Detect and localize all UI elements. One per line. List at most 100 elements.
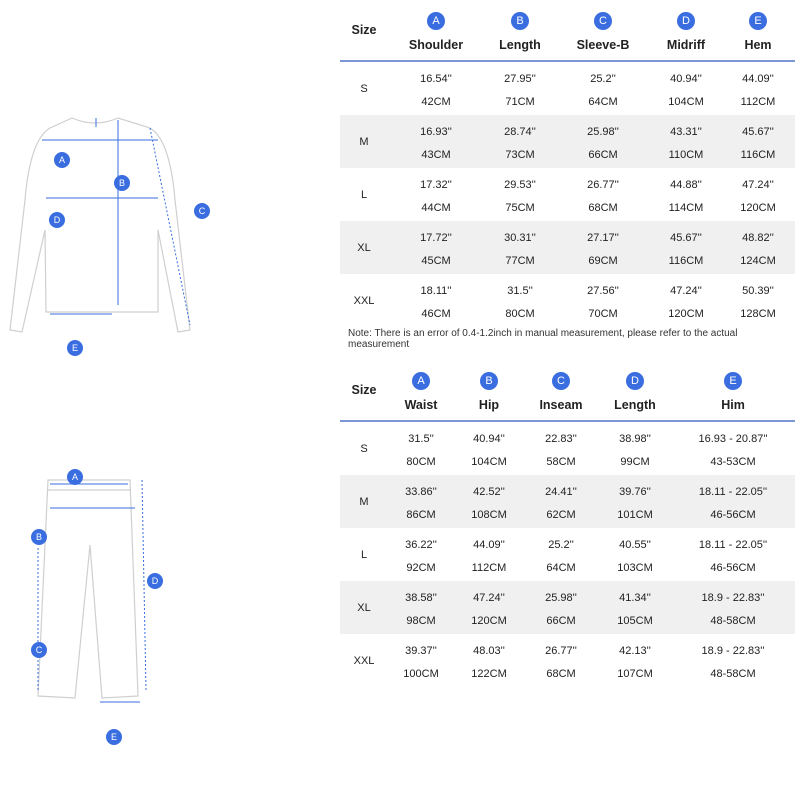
inch-value: 17.72'' (420, 231, 452, 244)
column-header: Him (721, 398, 745, 413)
inch-value: 44.88'' (670, 178, 702, 191)
inch-value: 50.39'' (742, 284, 774, 297)
cm-value: 104CM (471, 455, 507, 468)
pants-measure-lines (37, 479, 147, 703)
inch-value: 27.95'' (504, 72, 536, 85)
size-header: Size (351, 383, 377, 397)
inch-value: 25.2'' (548, 538, 574, 551)
cm-value: 101CM (617, 508, 653, 521)
svg-text:D: D (54, 215, 61, 225)
top-size-table: Size A Shoulder B Length C Sleeve-B D Midriff E He… (340, 0, 795, 327)
cm-value: 66CM (546, 614, 576, 627)
cm-value: 80CM (406, 455, 436, 468)
inch-value: 27.17'' (587, 231, 619, 244)
cm-value: 80CM (505, 307, 535, 320)
inch-value: 42.52'' (473, 485, 505, 498)
table-row: XL 17.72'' 45CM 30.31'' 77CM 27.17'' 69CM 45.67… (340, 221, 795, 274)
column-badge: A (412, 372, 430, 391)
inch-value: 16.93'' (420, 125, 452, 138)
inch-value: 36.22'' (405, 538, 437, 551)
inch-value: 38.58'' (405, 591, 437, 604)
column-badge: C (594, 12, 612, 31)
inch-value: 40.55'' (619, 538, 651, 551)
table-row: M 33.86'' 86CM 42.52'' 108CM 24.41'' 62CM 39.76… (340, 475, 795, 528)
column-header: Sleeve-B (576, 38, 630, 53)
cm-value: 43-53CM (710, 455, 756, 468)
inch-value: 18.11 - 22.05'' (698, 538, 768, 551)
column-header: Inseam (539, 398, 583, 413)
cm-value: 48-58CM (710, 667, 756, 680)
measurement-note: Note: There is an error of 0.4-1.2inch i… (348, 328, 738, 350)
inch-value: 31.5'' (507, 284, 533, 297)
cm-value: 116CM (668, 254, 704, 267)
cm-value: 46CM (421, 307, 451, 320)
cm-value: 100CM (403, 667, 439, 680)
inch-value: 45.67'' (670, 231, 702, 244)
inch-value: 30.31'' (504, 231, 536, 244)
inch-value: 31.5'' (408, 432, 434, 445)
size-cell: XL (357, 601, 371, 614)
column-header: Shoulder (408, 38, 464, 53)
size-cell: XXL (353, 654, 375, 667)
svg-text:C: C (36, 645, 43, 655)
cm-value: 122CM (471, 667, 507, 680)
cm-value: 73CM (505, 148, 535, 161)
table-row: M 16.93'' 43CM 28.74'' 73CM 25.98'' 66CM 43.31'… (340, 115, 795, 168)
size-cell: S (360, 442, 368, 455)
inch-value: 43.31'' (670, 125, 702, 138)
sweater-diagram (9, 117, 191, 333)
inch-value: 42.13'' (619, 644, 651, 657)
table-row: S 31.5'' 80CM 40.94'' 104CM 22.83'' 58CM 38.98'… (340, 422, 795, 475)
column-header: Length (614, 398, 656, 413)
table-row: XL 38.58'' 98CM 47.24'' 120CM 25.98'' 66CM 41.3… (340, 581, 795, 634)
cm-value: 66CM (588, 148, 618, 161)
size-cell: XL (357, 241, 371, 254)
cm-value: 44CM (421, 201, 451, 214)
svg-text:A: A (59, 155, 65, 165)
inch-value: 44.09'' (473, 538, 505, 551)
column-badge: A (427, 12, 445, 31)
size-cell: S (360, 82, 368, 95)
size-cell: L (360, 548, 368, 561)
inch-value: 24.41'' (545, 485, 577, 498)
inch-value: 18.9 - 22.83'' (701, 644, 765, 657)
cm-value: 58CM (546, 455, 576, 468)
inch-value: 39.37'' (405, 644, 437, 657)
column-badge: C (552, 372, 570, 391)
inch-value: 28.74'' (504, 125, 536, 138)
inch-value: 27.56'' (587, 284, 619, 297)
table-row: L 36.22'' 92CM 44.09'' 112CM 25.2'' 64CM 40.55'… (340, 528, 795, 581)
inch-value: 47.24'' (473, 591, 505, 604)
cm-value: 120CM (668, 307, 704, 320)
column-header: Waist (404, 398, 438, 413)
inch-value: 17.32'' (420, 178, 452, 191)
cm-value: 42CM (421, 95, 451, 108)
inch-value: 47.24'' (742, 178, 774, 191)
cm-value: 112CM (740, 95, 776, 108)
inch-value: 25.2'' (590, 72, 616, 85)
cm-value: 116CM (740, 148, 776, 161)
inch-value: 48.03'' (473, 644, 505, 657)
svg-text:D: D (152, 576, 159, 586)
cm-value: 124CM (740, 254, 776, 267)
inch-value: 40.94'' (670, 72, 702, 85)
inch-value: 47.24'' (670, 284, 702, 297)
cm-value: 70CM (588, 307, 618, 320)
column-header: Hip (478, 398, 500, 413)
cm-value: 92CM (406, 561, 436, 574)
garment-diagrams: A B C D E A B C D E (9, 117, 210, 745)
cm-value: 108CM (471, 508, 507, 521)
cm-value: 98CM (406, 614, 436, 627)
inch-value: 26.77'' (587, 178, 619, 191)
inch-value: 26.77'' (545, 644, 577, 657)
inch-value: 16.54'' (420, 72, 452, 85)
inch-value: 38.98'' (619, 432, 651, 445)
cm-value: 64CM (546, 561, 576, 574)
table-row: L 17.32'' 44CM 29.53'' 75CM 26.77'' 68CM 44.88'… (340, 168, 795, 221)
cm-value: 46-56CM (710, 508, 756, 521)
cm-value: 86CM (406, 508, 436, 521)
table-header: Size A Waist B Hip C Inseam D Length E Him (340, 360, 795, 422)
bottom-size-table: Size A Waist B Hip C Inseam D Length E Him S 31.5'' 8… (340, 360, 795, 687)
cm-value: 48-58CM (710, 614, 756, 627)
table-row: XXL 39.37'' 100CM 48.03'' 122CM 26.77'' 68CM 42… (340, 634, 795, 687)
